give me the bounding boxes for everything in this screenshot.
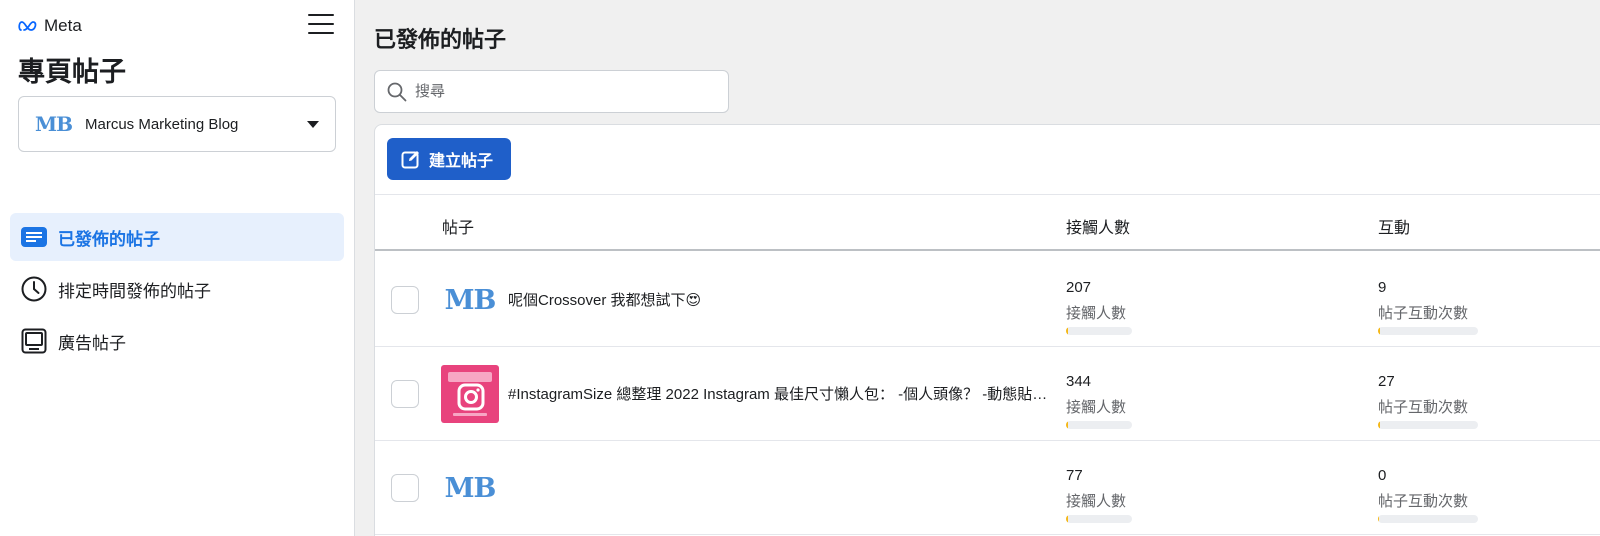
table-row[interactable]: #InstagramSize 總整理 2022 Instagram 最佳尺寸懶人…	[375, 347, 1600, 441]
reach-metric: 207 接觸人數	[1066, 279, 1132, 335]
reach-bar	[1066, 515, 1132, 523]
posts-panel: 建立帖子 帖子 接觸人數 互動 MB 呢個Crossover 我都想試下😍 20…	[374, 124, 1600, 536]
meta-infinity-icon	[18, 21, 37, 31]
edit-icon	[401, 151, 419, 169]
reach-bar	[1066, 421, 1132, 429]
engagement-bar	[1378, 515, 1478, 523]
engagement-value: 27	[1378, 373, 1395, 390]
mb-logo: MB	[444, 472, 497, 504]
sidebar-item-published[interactable]: 已發佈的帖子	[10, 213, 344, 261]
column-header-engagement[interactable]: 互動	[1378, 214, 1410, 238]
engagement-label: 帖子互動次數	[1378, 399, 1469, 416]
reach-value: 77	[1066, 467, 1083, 484]
row-checkbox[interactable]	[391, 286, 419, 314]
list-icon	[20, 223, 48, 251]
post-text[interactable]: 呢個Crossover 我都想試下😍	[508, 289, 1048, 310]
search-box[interactable]	[374, 70, 729, 113]
row-checkbox[interactable]	[391, 380, 419, 408]
sidebar-item-scheduled[interactable]: 排定時間發佈的帖子	[10, 265, 344, 313]
page-title: 已發佈的帖子	[374, 27, 507, 52]
sidebar-nav: 已發佈的帖子 排定時間發佈的帖子 廣告帖子	[10, 213, 344, 369]
create-post-label: 建立帖子	[429, 153, 494, 170]
instagram-thumbnail[interactable]	[441, 365, 499, 423]
clock-icon	[20, 275, 48, 303]
column-header-reach[interactable]: 接觸人數	[1066, 214, 1130, 238]
engagement-value: 9	[1378, 279, 1387, 296]
engagement-value: 0	[1378, 467, 1387, 484]
page-logo: MB	[35, 112, 73, 136]
engagement-metric: 0 帖子互動次數	[1378, 467, 1478, 523]
page-selector[interactable]: MB Marcus Marketing Blog	[18, 96, 336, 152]
sidebar: Meta 專頁帖子 MB Marcus Marketing Blog 已發佈的帖…	[0, 0, 355, 536]
post-text[interactable]: #InstagramSize 總整理 2022 Instagram 最佳尺寸懶人…	[508, 383, 1048, 404]
ad-screen-icon	[20, 327, 48, 355]
instagram-icon	[448, 372, 492, 416]
reach-label: 接觸人數	[1066, 305, 1127, 322]
column-header-post[interactable]: 帖子	[442, 214, 474, 238]
menu-icon[interactable]	[308, 14, 334, 36]
post-thumbnail[interactable]: MB	[441, 271, 499, 329]
reach-value: 207	[1066, 279, 1092, 296]
engagement-bar	[1378, 327, 1478, 335]
reach-label: 接觸人數	[1066, 399, 1127, 416]
row-checkbox[interactable]	[391, 474, 419, 502]
table-row[interactable]: MB 77 接觸人數 0 帖子互動次數	[375, 441, 1600, 535]
reach-bar	[1066, 327, 1132, 335]
sidebar-item-label: 廣告帖子	[58, 333, 126, 353]
reach-label: 接觸人數	[1066, 493, 1127, 510]
sidebar-title: 專頁帖子	[18, 57, 126, 87]
engagement-label: 帖子互動次數	[1378, 493, 1469, 510]
table-row[interactable]: MB 呢個Crossover 我都想試下😍 207 接觸人數 9 帖子互動次數	[375, 253, 1600, 347]
reach-value: 344	[1066, 373, 1092, 390]
engagement-label: 帖子互動次數	[1378, 305, 1469, 322]
meta-logo-text: Meta	[44, 16, 82, 35]
sidebar-item-label: 已發佈的帖子	[58, 229, 160, 249]
reach-metric: 344 接觸人數	[1066, 373, 1132, 429]
engagement-metric: 9 帖子互動次數	[1378, 279, 1478, 335]
create-post-button[interactable]: 建立帖子	[387, 138, 512, 180]
engagement-metric: 27 帖子互動次數	[1378, 373, 1478, 429]
search-input[interactable]	[415, 83, 716, 100]
caret-down-icon	[307, 120, 319, 128]
sidebar-item-ads[interactable]: 廣告帖子	[10, 317, 344, 365]
reach-metric: 77 接觸人數	[1066, 467, 1132, 523]
sidebar-item-label: 排定時間發佈的帖子	[58, 281, 211, 301]
meta-logo[interactable]: Meta	[18, 16, 82, 36]
page-name: Marcus Marketing Blog	[85, 115, 239, 133]
post-thumbnail[interactable]: MB	[441, 459, 499, 517]
mb-logo: MB	[444, 284, 497, 316]
search-icon	[387, 82, 407, 101]
engagement-bar	[1378, 421, 1478, 429]
table-header: 帖子 接觸人數 互動	[375, 194, 1600, 251]
